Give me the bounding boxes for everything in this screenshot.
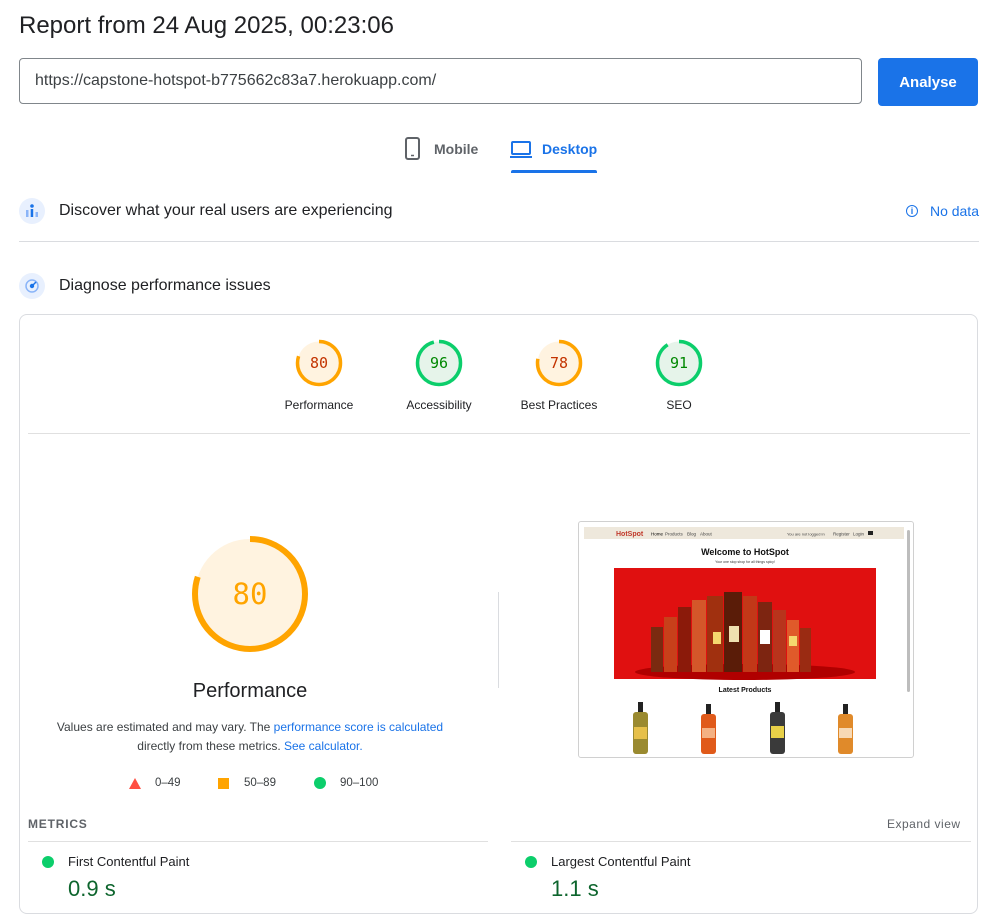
score-value: 80 <box>310 354 328 372</box>
desc-text-2: directly from these metrics. <box>137 739 284 753</box>
gauge-ring: 78 <box>535 339 583 387</box>
performance-title: Performance <box>192 680 308 702</box>
metric-fcp-value: 0.9 s <box>68 876 116 901</box>
tab-desktop[interactable]: Desktop <box>510 132 598 173</box>
phone-icon <box>405 137 420 160</box>
final-screenshot: HotSpot Home Products Blog About You are… <box>578 521 914 758</box>
desc-text-1: Values are estimated and may vary. The <box>56 720 274 734</box>
lab-data-title: Diagnose performance issues <box>59 277 271 294</box>
info-icon: i <box>905 205 918 217</box>
preview-cart-icon <box>868 531 873 535</box>
score-label: Accessibility <box>406 398 472 412</box>
preview-nav-blog: Blog <box>687 532 697 537</box>
preview-nav-about: About <box>700 532 713 537</box>
triangle-icon <box>129 777 141 789</box>
see-calculator-link[interactable]: See calculator. <box>284 739 363 753</box>
score-calculated-link[interactable]: performance score is calculated <box>274 720 443 734</box>
preview-scrollbar <box>907 530 910 692</box>
circle-icon <box>314 777 326 789</box>
gauge-ring: 91 <box>655 339 703 387</box>
performance-description: Values are estimated and may vary. The p… <box>55 718 445 756</box>
preview-login-status: You are not logged in <box>787 532 825 537</box>
preview-nav-home: Home <box>651 532 664 537</box>
site-preview: HotSpot Home Products Blog About You are… <box>584 527 910 754</box>
metric-lcp: Largest Contentful Paint <box>525 854 690 869</box>
expand-view-button[interactable]: Expand view <box>887 817 961 831</box>
metrics-divider-right <box>511 841 971 842</box>
score-value: 96 <box>430 354 448 372</box>
page-title: Report from 24 Aug 2025, 00:23:06 <box>19 12 394 39</box>
legend-fail-label: 0–49 <box>155 777 181 789</box>
score-value: 91 <box>670 354 688 372</box>
no-data-label: No data <box>929 203 979 219</box>
pass-indicator <box>525 855 537 868</box>
performance-gauge-large: 80 <box>192 536 308 652</box>
preview-brand: HotSpot <box>616 531 644 538</box>
tab-mobile[interactable]: Mobile <box>402 132 478 172</box>
legend-pass: 90–100 <box>314 777 378 789</box>
metric-fcp-label: First Contentful Paint <box>68 854 190 869</box>
legend-fail: 0–49 <box>129 777 181 789</box>
tab-mobile-label: Mobile <box>434 141 479 157</box>
score-gauge-seo[interactable]: 91 SEO <box>619 338 739 412</box>
field-data-section: Discover what your real users are experi… <box>19 197 979 225</box>
analyse-button[interactable]: Analyse <box>878 58 978 106</box>
preview-nav-products: Products <box>665 532 684 537</box>
vertical-divider <box>498 592 499 688</box>
gauges-divider <box>28 433 970 434</box>
preview-heading: Welcome to HotSpot <box>701 547 789 557</box>
field-data-title: Discover what your real users are experi… <box>59 202 393 219</box>
section-divider <box>19 241 979 242</box>
preview-login: Login <box>853 532 865 537</box>
preview-section-title: Latest Products <box>719 687 772 694</box>
tab-desktop-label: Desktop <box>542 141 598 157</box>
score-gauge-performance[interactable]: 80 Performance <box>259 338 379 412</box>
no-data-link[interactable]: i No data <box>905 203 979 219</box>
diagnose-icon <box>19 273 45 299</box>
preview-register: Register <box>833 532 850 537</box>
active-tab-indicator <box>511 170 597 173</box>
legend-average: 50–89 <box>218 777 276 789</box>
gauge-ring: 80 <box>295 339 343 387</box>
score-gauge-best-practices[interactable]: 78 Best Practices <box>499 338 619 412</box>
legend-pass-label: 90–100 <box>340 777 379 789</box>
url-input[interactable] <box>19 58 862 104</box>
metric-lcp-value: 1.1 s <box>551 876 599 901</box>
preview-product-bottles <box>633 702 853 754</box>
metrics-divider-left <box>28 841 488 842</box>
metric-fcp: First Contentful Paint <box>42 854 189 869</box>
gauge-ring: 96 <box>415 339 463 387</box>
performance-score-large: 80 <box>233 577 268 611</box>
score-value: 78 <box>550 354 568 372</box>
metric-lcp-label: Largest Contentful Paint <box>551 854 691 869</box>
square-icon <box>218 777 229 789</box>
preview-subheading: Your one stop shop for all things spicy! <box>715 560 775 564</box>
lab-data-section: Diagnose performance issues <box>19 272 979 300</box>
users-chart-icon <box>19 198 45 224</box>
legend-average-label: 50–89 <box>244 777 276 789</box>
score-gauge-accessibility[interactable]: 96 Accessibility <box>379 338 499 412</box>
score-label: SEO <box>666 398 692 412</box>
metrics-label: METRICS <box>28 817 88 831</box>
score-label: Best Practices <box>520 398 598 412</box>
score-label: Performance <box>284 398 354 412</box>
laptop-icon <box>510 141 532 158</box>
pass-indicator <box>42 855 54 868</box>
